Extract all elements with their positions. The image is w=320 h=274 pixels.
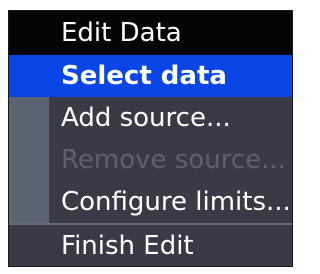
- menu-item-configure-limits[interactable]: Configure limits...: [9, 181, 292, 223]
- menu-item-remove-source: Remove source...: [61, 145, 286, 175]
- edit-data-menu: Edit Data Select data Add source... Remo…: [0, 0, 301, 274]
- menu-item-add-source[interactable]: Add source...: [9, 97, 292, 139]
- menu-item-finish-edit[interactable]: Finish Edit: [9, 225, 292, 266]
- menu-title: Edit Data: [9, 11, 292, 55]
- menu-panel: Edit Data Select data Add source... Remo…: [8, 10, 293, 267]
- menu-item-select-data[interactable]: Select data: [9, 55, 292, 97]
